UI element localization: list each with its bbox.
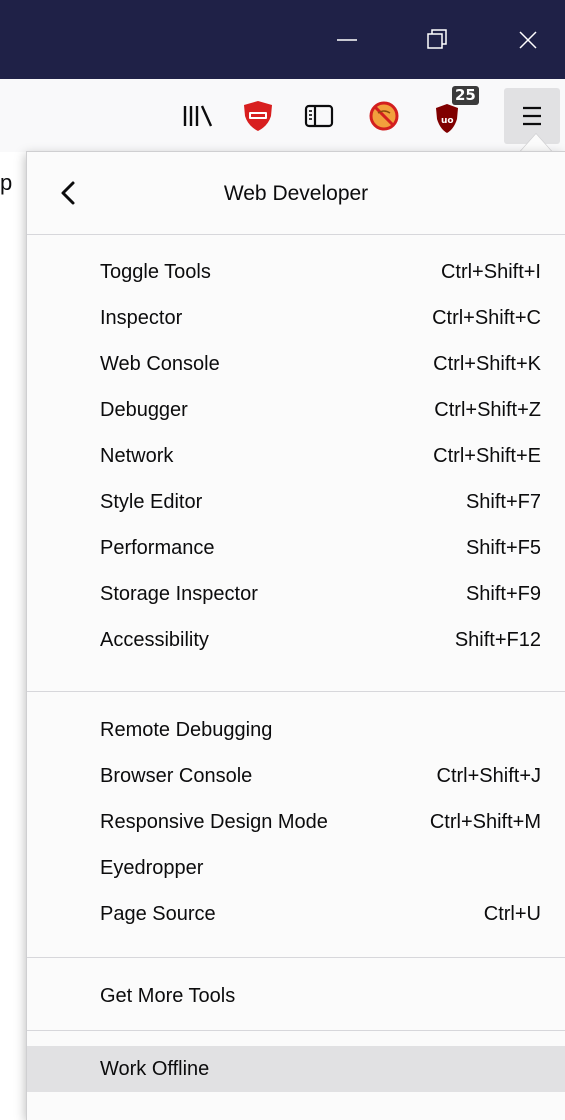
menu-item-label: Storage Inspector	[100, 583, 258, 605]
panel-title: Web Developer	[223, 182, 369, 205]
window-titlebar	[0, 0, 565, 79]
menu-item-label: Page Source	[100, 903, 216, 925]
menu-item-accessibility[interactable]: Accessibility Shift+F12	[27, 617, 565, 663]
web-developer-panel: Web Developer Toggle Tools Ctrl+Shift+I In…	[27, 152, 565, 1120]
menu-item-shortcut: Ctrl+Shift+E	[433, 445, 541, 467]
menu-item-shortcut: Ctrl+Shift+K	[433, 353, 541, 375]
panel-header: Web Developer	[27, 152, 565, 234]
menu-item-shortcut: Shift+F7	[465, 491, 541, 513]
noscript-button[interactable]	[362, 79, 406, 152]
close-button[interactable]	[496, 0, 558, 79]
menu-item-label: Remote Debugging	[100, 719, 273, 741]
menu-item-label: Eyedropper	[100, 857, 204, 879]
menu-item-label: Responsive Design Mode	[100, 811, 328, 833]
menu-item-toggle-tools[interactable]: Toggle Tools Ctrl+Shift+I	[27, 249, 565, 295]
menu-item-eyedropper[interactable]: Eyedropper	[27, 845, 565, 891]
menu-item-page-source[interactable]: Page Source Ctrl+U	[27, 891, 565, 937]
menu-item-web-console[interactable]: Web Console Ctrl+Shift+K	[27, 341, 565, 387]
menu-item-label: Network	[100, 445, 174, 467]
menu-separator	[27, 1030, 565, 1031]
privacy-badger-button[interactable]	[236, 79, 280, 152]
menu-item-label: Web Console	[100, 353, 220, 375]
menu-item-label: Debugger	[100, 399, 188, 421]
page-text-fragment: p	[0, 170, 13, 195]
menu-item-inspector[interactable]: Inspector Ctrl+Shift+C	[27, 295, 565, 341]
minimize-button[interactable]	[316, 0, 378, 79]
ublock-origin-button[interactable]: uo 25	[430, 79, 479, 152]
browser-toolbar: uo 25	[0, 79, 565, 152]
menu-separator	[27, 691, 565, 692]
library-icon	[183, 105, 213, 127]
ublock-badge-count: 25	[452, 86, 479, 105]
noscript-icon	[369, 101, 399, 131]
library-button[interactable]	[176, 79, 220, 152]
menu-item-label: Toggle Tools	[100, 261, 211, 283]
menu-panel-arrow	[520, 134, 552, 152]
menu-item-label: Inspector	[100, 307, 183, 329]
restore-icon	[427, 29, 447, 49]
menu-item-remote-debugging[interactable]: Remote Debugging	[27, 707, 565, 753]
close-icon	[519, 31, 537, 49]
menu-item-label: Get More Tools	[100, 985, 236, 1007]
menu-item-label: Browser Console	[100, 765, 253, 787]
menu-item-shortcut: Shift+F5	[465, 537, 541, 559]
sidebar-icon	[304, 104, 334, 128]
menu-item-performance[interactable]: Performance Shift+F5	[27, 525, 565, 571]
menu-item-style-editor[interactable]: Style Editor Shift+F7	[27, 479, 565, 525]
menu-separator	[27, 234, 565, 235]
menu-item-debugger[interactable]: Debugger Ctrl+Shift+Z	[27, 387, 565, 433]
menu-item-label: Performance	[100, 537, 215, 559]
menu-separator	[27, 957, 565, 958]
menu-item-work-offline[interactable]: Work Offline	[27, 1046, 565, 1092]
minimize-icon	[337, 39, 357, 41]
menu-item-shortcut: Shift+F12	[454, 629, 541, 651]
menu-item-shortcut: Shift+F9	[465, 583, 541, 605]
menu-item-shortcut: Ctrl+Shift+I	[440, 261, 541, 283]
menu-item-storage-inspector[interactable]: Storage Inspector Shift+F9	[27, 571, 565, 617]
sidebar-toggle-button[interactable]	[297, 79, 341, 152]
menu-item-shortcut: Ctrl+Shift+M	[429, 811, 541, 833]
menu-item-browser-console[interactable]: Browser Console Ctrl+Shift+J	[27, 753, 565, 799]
menu-item-label: Style Editor	[100, 491, 203, 513]
restore-button[interactable]	[406, 0, 468, 79]
menu-item-get-more-tools[interactable]: Get More Tools	[27, 973, 565, 1019]
menu-item-shortcut: Ctrl+Shift+C	[432, 307, 541, 329]
svg-text:uo: uo	[441, 116, 454, 126]
menu-item-shortcut: Ctrl+Shift+J	[436, 765, 541, 787]
menu-item-shortcut: Ctrl+U	[483, 903, 541, 925]
menu-item-responsive-design-mode[interactable]: Responsive Design Mode Ctrl+Shift+M	[27, 799, 565, 845]
menu-item-label: Accessibility	[100, 629, 209, 651]
menu-item-network[interactable]: Network Ctrl+Shift+E	[27, 433, 565, 479]
menu-item-shortcut: Ctrl+Shift+Z	[434, 399, 541, 421]
menu-item-label: Work Offline	[100, 1058, 210, 1080]
privacy-badger-icon	[244, 101, 272, 131]
